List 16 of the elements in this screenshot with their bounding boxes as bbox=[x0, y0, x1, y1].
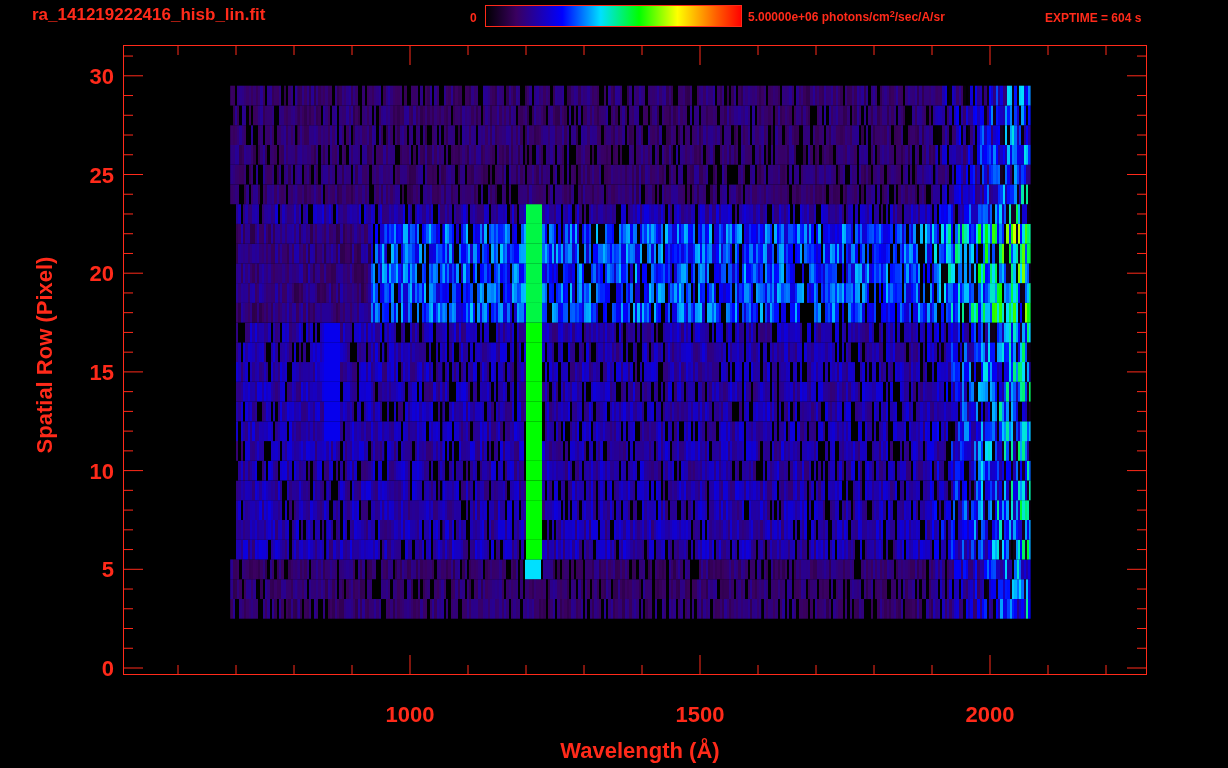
y-tick-label: 0 bbox=[101, 656, 114, 681]
x-tick-label: 2000 bbox=[965, 702, 1015, 727]
x-tick-label: 1500 bbox=[675, 702, 725, 727]
colorbar-max-label: 5.00000e+06 photons/cm$^{2}$/sec/A/sr bbox=[748, 11, 945, 23]
y-tick-label: 25 bbox=[89, 162, 114, 188]
y-axis-label: Spatial Row (Pixel) bbox=[32, 256, 57, 454]
file-title: ra_141219222416_hisb_lin.fit bbox=[32, 6, 266, 23]
x-tick-label: 1000 bbox=[385, 702, 435, 727]
y-tick-label: 10 bbox=[89, 458, 114, 484]
exposure-time: EXPTIME = 604 s bbox=[1045, 12, 1142, 24]
colorbar-min-label: 0 bbox=[470, 12, 477, 24]
y-tick-label: 15 bbox=[89, 359, 114, 385]
x-axis-label: Wavelength (Å) bbox=[560, 738, 720, 763]
y-tick-label: 20 bbox=[89, 261, 114, 287]
y-tick-label: 30 bbox=[89, 63, 114, 89]
y-tick-label: 5 bbox=[101, 557, 114, 583]
